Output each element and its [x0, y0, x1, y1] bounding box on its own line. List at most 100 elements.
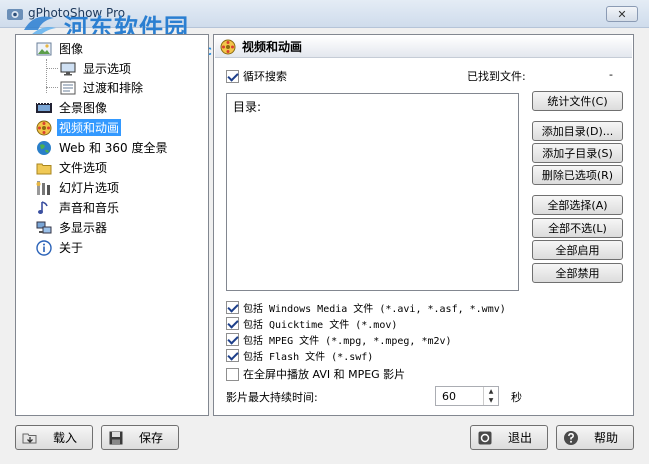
seconds-label: 秒 — [511, 391, 522, 404]
help-icon — [564, 430, 578, 445]
count-files-button[interactable]: 统计文件(C) — [532, 91, 623, 111]
tree-item-label: 幻灯片选项 — [59, 181, 120, 195]
stepper-up-icon[interactable]: ▲ — [484, 387, 498, 396]
display-icon — [60, 62, 76, 75]
load-button[interactable]: 载入 — [15, 425, 93, 450]
button-label: 退出 — [507, 431, 532, 445]
include-flash-checkbox[interactable]: 包括 Flash 文件 (*.swf) — [226, 348, 373, 363]
found-files-label: 已找到文件: — [467, 70, 526, 83]
globe-icon — [37, 140, 51, 155]
button-label: 全部启用 — [555, 244, 600, 257]
tree-item-sound-music[interactable]: 声音和音乐 — [36, 198, 121, 217]
tree-item-display-options[interactable]: 显示选项 — [60, 59, 133, 78]
slideshow-icon — [36, 180, 50, 195]
checkbox-box[interactable] — [226, 367, 239, 381]
settings-panel: 视频和动画 循环搜索 已找到文件: - 目录: 统计文件(C) 添加目录(D).… — [213, 34, 634, 416]
image-icon — [36, 42, 52, 55]
tree-item-web-360[interactable]: Web 和 360 度全景 — [36, 138, 170, 157]
button-label: 帮助 — [593, 431, 618, 445]
tree-item-label: 声音和音乐 — [59, 201, 120, 215]
title-bar: gPhotoShow Pro ✕ — [0, 0, 649, 28]
button-label: 统计文件(C) — [547, 95, 608, 108]
checkbox-box[interactable] — [226, 349, 239, 362]
tree-item-label: 图像 — [59, 42, 84, 56]
stepper-arrows[interactable]: ▲ ▼ — [483, 387, 498, 405]
option-label: 在全屏中播放 AVI 和 MPEG 影片 — [243, 368, 406, 381]
button-label: 添加子目录(S) — [542, 147, 613, 160]
include-windows-media-checkbox[interactable]: 包括 Windows Media 文件 (*.avi, *.asf, *.wmv… — [226, 300, 506, 315]
enable-all-button[interactable]: 全部启用 — [532, 240, 623, 260]
disable-all-button[interactable]: 全部禁用 — [532, 263, 623, 283]
checkbox-box[interactable] — [226, 317, 239, 330]
select-none-button[interactable]: 全部不选(L) — [532, 218, 623, 238]
save-button[interactable]: 保存 — [101, 425, 179, 450]
help-button[interactable]: 帮助 — [556, 425, 634, 450]
panel-header: 视频和动画 — [215, 36, 632, 58]
transition-icon — [60, 81, 76, 94]
monitors-icon — [36, 221, 52, 233]
video-icon — [220, 39, 236, 54]
tree-item-panorama[interactable]: 全景图像 — [36, 98, 109, 117]
folder-icon — [36, 163, 52, 174]
panel-title: 视频和动画 — [242, 40, 303, 54]
button-label: 载入 — [52, 431, 77, 445]
button-label: 全部选择(A) — [547, 199, 608, 212]
max-duration-label: 影片最大持续时间: — [226, 391, 318, 404]
button-label: 保存 — [138, 431, 163, 445]
tree-item-label: 文件选项 — [59, 161, 108, 175]
checkbox-box[interactable] — [226, 69, 239, 83]
button-label: 全部禁用 — [555, 267, 600, 280]
option-label: 包括 MPEG 文件 (*.mpg, *.mpeg, *m2v) — [243, 336, 452, 347]
tree-item-file-options[interactable]: 文件选项 — [36, 158, 109, 177]
settings-tree[interactable]: 图像 显示选项 过渡和排除 全景图像 视频和动画 Web 和 360 度全景 文… — [15, 34, 209, 416]
close-button[interactable]: ✕ — [606, 6, 638, 22]
tree-item-about[interactable]: 关于 — [36, 238, 85, 257]
music-icon — [38, 200, 48, 214]
tree-item-label: 全景图像 — [59, 101, 108, 115]
add-subdirectory-button[interactable]: 添加子目录(S) — [532, 143, 623, 163]
directory-list[interactable]: 目录: — [226, 93, 519, 291]
tree-item-label: 过渡和排除 — [83, 81, 144, 95]
tree-item-label: 视频和动画 — [57, 119, 122, 136]
tree-item-video-animation[interactable]: 视频和动画 — [36, 118, 122, 137]
exit-icon — [478, 431, 492, 444]
option-label: 包括 Flash 文件 (*.swf) — [243, 352, 374, 363]
film-icon — [36, 102, 52, 113]
option-label: 包括 Windows Media 文件 (*.avi, *.asf, *.wmv… — [243, 304, 506, 315]
found-files-value: - — [609, 68, 613, 81]
button-label: 删除已选项(R) — [541, 169, 614, 182]
include-mpeg-checkbox[interactable]: 包括 MPEG 文件 (*.mpg, *.mpeg, *m2v) — [226, 332, 452, 347]
tree-item-label: 关于 — [59, 241, 84, 255]
directory-header: 目录: — [233, 100, 262, 114]
tree-item-label: 显示选项 — [83, 62, 132, 76]
loop-search-checkbox[interactable]: 循环搜索 — [226, 68, 287, 84]
max-duration-value[interactable]: 60 — [442, 390, 456, 403]
window-title: gPhotoShow Pro — [28, 6, 126, 20]
include-quicktime-checkbox[interactable]: 包括 Quicktime 文件 (*.mov) — [226, 316, 397, 331]
tree-item-transitions[interactable]: 过渡和排除 — [60, 78, 145, 97]
checkbox-box[interactable] — [226, 333, 239, 346]
checkbox-box[interactable] — [226, 301, 239, 314]
tree-item-image[interactable]: 图像 — [36, 39, 85, 58]
fullscreen-playback-checkbox[interactable]: 在全屏中播放 AVI 和 MPEG 影片 — [226, 366, 405, 382]
button-label: 全部不选(L) — [548, 222, 607, 235]
select-all-button[interactable]: 全部选择(A) — [532, 195, 623, 215]
video-icon — [36, 120, 52, 135]
tree-item-label: 多显示器 — [59, 221, 108, 235]
close-icon: ✕ — [617, 7, 627, 21]
tree-item-multi-monitor[interactable]: 多显示器 — [36, 218, 109, 237]
add-directory-button[interactable]: 添加目录(D)... — [532, 121, 623, 141]
save-icon — [109, 431, 123, 444]
delete-selected-button[interactable]: 删除已选项(R) — [532, 165, 623, 185]
max-duration-stepper[interactable]: 60 ▲ ▼ — [435, 386, 499, 406]
exit-button[interactable]: 退出 — [470, 425, 548, 450]
tree-item-label: Web 和 360 度全景 — [59, 141, 168, 155]
stepper-down-icon[interactable]: ▼ — [484, 396, 498, 405]
tree-item-slideshow-options[interactable]: 幻灯片选项 — [36, 178, 121, 197]
loop-search-label: 循环搜索 — [243, 70, 287, 83]
app-logo-icon — [7, 9, 23, 20]
option-label: 包括 Quicktime 文件 (*.mov) — [243, 320, 398, 331]
load-icon — [22, 433, 37, 443]
button-label: 添加目录(D)... — [541, 125, 614, 138]
info-icon — [36, 239, 52, 256]
